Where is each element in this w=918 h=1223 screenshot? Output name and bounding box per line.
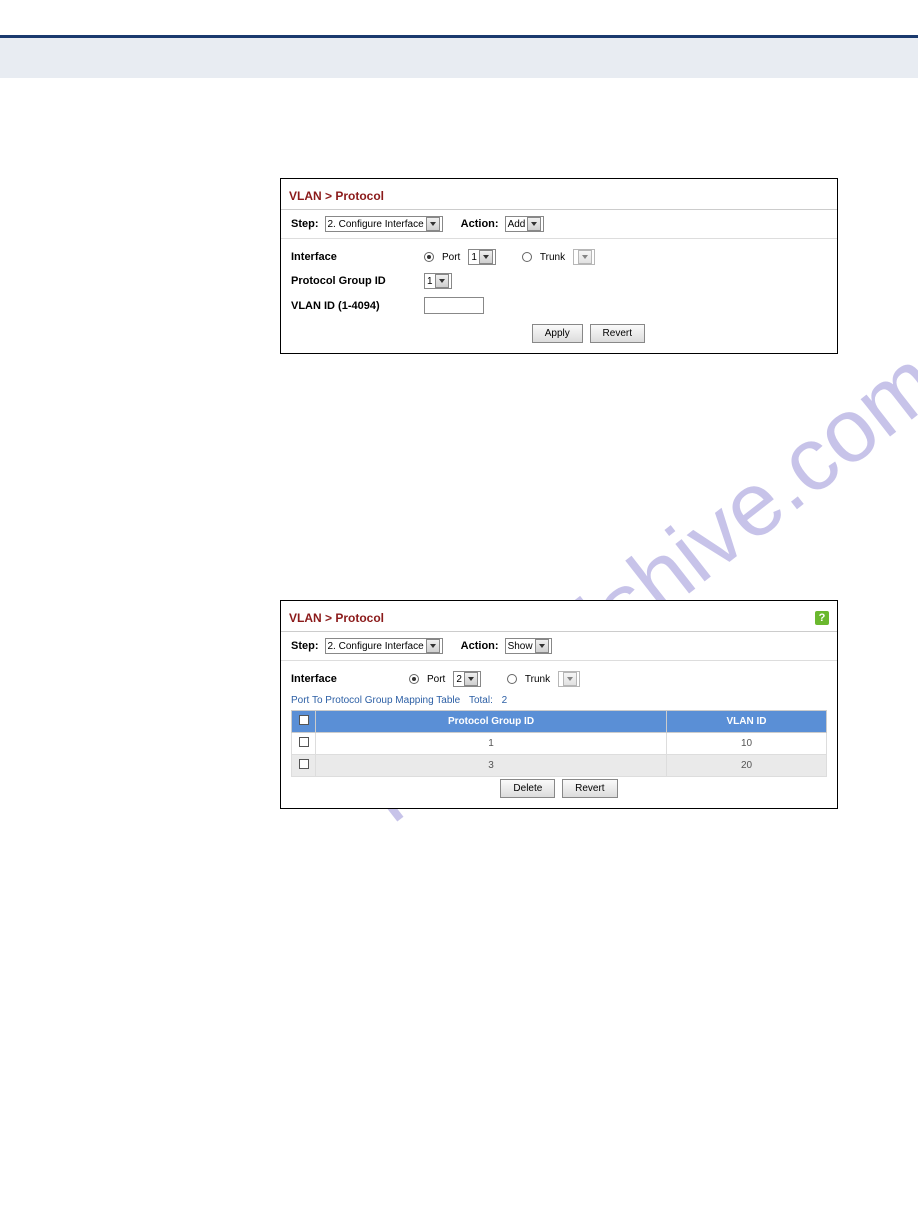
chevron-down-icon	[426, 639, 440, 653]
chevron-down-icon	[527, 217, 541, 231]
chevron-down-icon	[479, 250, 493, 264]
trunk-label: Trunk	[540, 252, 565, 263]
panel-configure-add: VLAN > Protocol Step: 2. Configure Inter…	[280, 178, 838, 354]
step-select-value: 2. Configure Interface	[328, 641, 424, 652]
cell-vlan: 20	[667, 755, 827, 777]
delete-button[interactable]: Delete	[500, 779, 555, 798]
step-select-value: 2. Configure Interface	[328, 219, 424, 230]
button-row: Apply Revert	[291, 322, 827, 345]
table-total-label: Total:	[469, 695, 493, 706]
revert-button[interactable]: Revert	[562, 779, 617, 798]
mapping-table: Protocol Group ID VLAN ID 1 10 3 20	[291, 710, 827, 777]
cell-pgid: 3	[316, 755, 667, 777]
table-name: Port To Protocol Group Mapping Table	[291, 695, 460, 706]
panel-frame: VLAN > Protocol Step: 2. Configure Inter…	[280, 178, 838, 354]
cell-pgid: 1	[316, 733, 667, 755]
select-all-checkbox[interactable]	[299, 715, 309, 725]
chevron-down-icon	[563, 672, 577, 686]
breadcrumb: VLAN > Protocol	[281, 179, 837, 210]
port-select[interactable]: 1	[468, 249, 496, 265]
panel-body: Interface Port 1 Trunk Protocol Group ID	[281, 239, 837, 353]
vlanid-input[interactable]	[424, 297, 484, 314]
col-pgid: Protocol Group ID	[316, 711, 667, 733]
breadcrumb: VLAN > Protocol	[289, 611, 384, 625]
row-checkbox[interactable]	[299, 737, 309, 747]
trunk-select[interactable]	[558, 671, 580, 687]
table-row: 1 10	[292, 733, 827, 755]
table-total: 2	[502, 695, 508, 706]
breadcrumb-row: VLAN > Protocol ?	[281, 601, 837, 632]
panel-configure-show: VLAN > Protocol ? Step: 2. Configure Int…	[280, 600, 838, 809]
port-radio[interactable]	[409, 674, 419, 684]
port-radio[interactable]	[424, 252, 434, 262]
chevron-down-icon	[464, 672, 478, 686]
trunk-label: Trunk	[525, 674, 550, 685]
port-select-value: 2	[456, 674, 462, 685]
action-select[interactable]: Show	[505, 638, 552, 654]
pgid-label: Protocol Group ID	[291, 275, 416, 287]
apply-button[interactable]: Apply	[532, 324, 583, 343]
step-select[interactable]: 2. Configure Interface	[325, 638, 443, 654]
port-label: Port	[442, 252, 460, 263]
panel-frame: VLAN > Protocol ? Step: 2. Configure Int…	[280, 600, 838, 809]
row-checkbox[interactable]	[299, 759, 309, 769]
action-select-value: Add	[508, 219, 526, 230]
table-row: 3 20	[292, 755, 827, 777]
pgid-select-value: 1	[427, 276, 433, 287]
port-select-value: 1	[471, 252, 477, 263]
help-icon[interactable]: ?	[815, 611, 829, 625]
pgid-row: Protocol Group ID 1	[291, 273, 827, 289]
step-select[interactable]: 2. Configure Interface	[325, 216, 443, 232]
interface-label: Interface	[291, 673, 401, 685]
cell-vlan: 10	[667, 733, 827, 755]
panel-body: Interface Port 2 Trunk Port To Protocol …	[281, 661, 837, 808]
chevron-down-icon	[535, 639, 549, 653]
action-select[interactable]: Add	[505, 216, 545, 232]
button-row: Delete Revert	[291, 777, 827, 800]
row-checkbox-cell	[292, 755, 316, 777]
header-band	[0, 38, 918, 78]
step-label: Step:	[291, 640, 319, 652]
action-label: Action:	[461, 218, 499, 230]
step-label: Step:	[291, 218, 319, 230]
interface-label: Interface	[291, 251, 416, 263]
interface-row: Interface Port 1 Trunk	[291, 249, 827, 265]
revert-button[interactable]: Revert	[590, 324, 645, 343]
interface-row: Interface Port 2 Trunk	[291, 671, 827, 687]
chevron-down-icon	[426, 217, 440, 231]
select-all-header	[292, 711, 316, 733]
trunk-radio[interactable]	[507, 674, 517, 684]
table-header-row: Protocol Group ID VLAN ID	[292, 711, 827, 733]
vlanid-label: VLAN ID (1-4094)	[291, 300, 416, 312]
chevron-down-icon	[578, 250, 592, 264]
col-vlan: VLAN ID	[667, 711, 827, 733]
panel-controls: Step: 2. Configure Interface Action: Sho…	[281, 632, 837, 661]
action-select-value: Show	[508, 641, 533, 652]
port-select[interactable]: 2	[453, 671, 481, 687]
panel-controls: Step: 2. Configure Interface Action: Add	[281, 210, 837, 239]
trunk-select[interactable]	[573, 249, 595, 265]
vlanid-row: VLAN ID (1-4094)	[291, 297, 827, 314]
chevron-down-icon	[435, 274, 449, 288]
trunk-radio[interactable]	[522, 252, 532, 262]
pgid-select[interactable]: 1	[424, 273, 452, 289]
table-caption: Port To Protocol Group Mapping Table Tot…	[291, 695, 827, 710]
action-label: Action:	[461, 640, 499, 652]
port-label: Port	[427, 674, 445, 685]
row-checkbox-cell	[292, 733, 316, 755]
